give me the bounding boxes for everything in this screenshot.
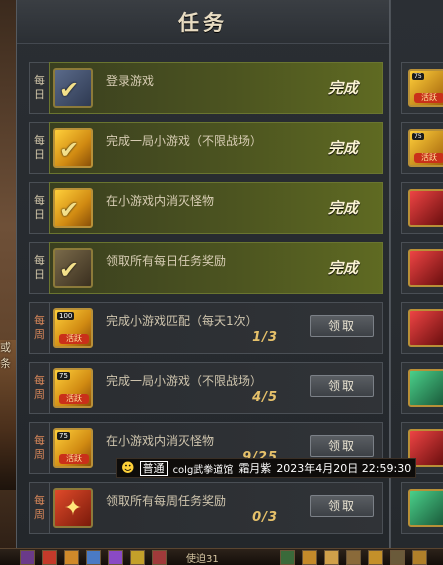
quest-row-daily-monsters[interactable]: 每 日 ✔ 在小游戏内消灭怪物 完成	[29, 182, 383, 234]
hotbar-slot[interactable]	[324, 550, 339, 565]
quest-name: 领取所有每周任务奖励	[106, 494, 227, 508]
green-skill-icon	[408, 489, 443, 527]
quest-name: 在小游戏内消灭怪物	[106, 194, 215, 208]
right-quest-slot	[401, 302, 443, 354]
right-quest-slot: 75 活跃	[401, 122, 443, 174]
quest-status: 完成	[327, 79, 358, 97]
chat-channel: 普通	[139, 460, 168, 476]
icon-tag: 活跃	[59, 394, 89, 404]
chat-message[interactable]: ☻ 普通 colg武拳道馆 霜月紫 2023年4月20日 22:59:30	[116, 458, 417, 478]
check-activity-icon: ✔	[53, 188, 93, 228]
sword-skill-icon	[408, 249, 443, 287]
hotbar-slot[interactable]	[302, 550, 317, 565]
chat-player[interactable]: 霜月紫	[238, 460, 271, 476]
cadence-label: 每 日	[29, 182, 49, 234]
check-controller-icon: ✔	[53, 68, 93, 108]
hotbar-slot[interactable]	[368, 550, 383, 565]
quest-name: 领取所有每日任务奖励	[106, 254, 227, 268]
quest-row-body: 75 活跃 完成一局小游戏（不限战场） 4/5 领取	[49, 362, 383, 414]
panel-title: 任务	[178, 10, 228, 35]
quest-status: 完成	[327, 199, 358, 217]
hotbar-slot[interactable]	[346, 550, 361, 565]
check-reward-icon: ✔	[53, 248, 93, 288]
quest-row-body: ✔ 在小游戏内消灭怪物 完成	[49, 182, 383, 234]
quest-row-body: ✦ 领取所有每周任务奖励 0/3 领取	[49, 482, 383, 534]
weekly-reward-icon: ✦	[53, 488, 93, 528]
hotbar-slot[interactable]	[130, 550, 145, 565]
right-quest-slot	[401, 182, 443, 234]
quest-row-body: ✔ 完成一局小游戏（不限战场） 完成	[49, 122, 383, 174]
icon-badge: 75	[412, 133, 424, 140]
cadence-label: 每 周	[29, 422, 49, 474]
cadence-label: 每 周	[29, 362, 49, 414]
quest-status: 完成	[327, 139, 358, 157]
sword-skill-icon	[408, 309, 443, 347]
activity-75-icon: 75 活跃	[408, 129, 443, 167]
cadence-label: 每 日	[29, 62, 49, 114]
cadence-label: 每 日	[29, 122, 49, 174]
quest-name: 在小游戏内消灭怪物	[106, 434, 215, 448]
chat-guild: colg武拳道馆	[172, 464, 234, 476]
hotbar-slot[interactable]	[152, 550, 167, 565]
activity-75-icon: 75 活跃	[53, 368, 93, 408]
icon-badge: 75	[412, 73, 424, 80]
quest-row-body: 100 活跃 完成小游戏匹配（每天1次） 1/3 领取	[49, 302, 383, 354]
icon-badge: 75	[57, 372, 70, 380]
side-text: 或 条	[0, 341, 11, 370]
quest-row-weekly-play: 每 周 75 活跃 完成一局小游戏（不限战场） 4/5 领取	[29, 362, 383, 414]
quest-status: 完成	[327, 259, 358, 277]
right-quest-slot	[401, 482, 443, 534]
panel-header: 任务	[17, 0, 389, 44]
icon-badge: 100	[57, 312, 75, 320]
icon-tag: 活跃	[59, 454, 89, 464]
quest-progress: 1/3	[252, 330, 278, 345]
cadence-label: 每 周	[29, 482, 49, 534]
hotbar-slot[interactable]	[412, 550, 427, 565]
hotbar-slot[interactable]	[108, 550, 123, 565]
hotbar-slot[interactable]	[280, 550, 295, 565]
icon-tag: 活跃	[59, 334, 89, 344]
claim-button[interactable]: 领取	[310, 435, 374, 457]
hotbar-slot[interactable]	[42, 550, 57, 565]
claim-button[interactable]: 领取	[310, 315, 374, 337]
chat-timestamp: 2023年4月20日 22:59:30	[276, 462, 412, 475]
quest-row-daily-login[interactable]: 每 日 ✔ 登录游戏 完成	[29, 62, 383, 114]
icon-tag: 活跃	[414, 153, 443, 163]
check-activity-icon: ✔	[53, 128, 93, 168]
icon-tag: 活跃	[414, 93, 443, 103]
smiley-face-icon: ☻	[121, 460, 135, 476]
activity-75-icon: 75 活跃	[408, 69, 443, 107]
quest-row-body: ✔ 领取所有每日任务奖励 完成	[49, 242, 383, 294]
quest-row-daily-play[interactable]: 每 日 ✔ 完成一局小游戏（不限战场） 完成	[29, 122, 383, 174]
quest-row-body: ✔ 登录游戏 完成	[49, 62, 383, 114]
hotbar-slot[interactable]	[86, 550, 101, 565]
skill-hotbar: 使迫31	[0, 548, 443, 565]
quest-row-daily-rewards[interactable]: 每 日 ✔ 领取所有每日任务奖励 完成	[29, 242, 383, 294]
gift-box-icon	[408, 189, 443, 227]
quest-name: 完成小游戏匹配（每天1次）	[106, 314, 258, 328]
claim-button[interactable]: 领取	[310, 375, 374, 397]
hotbar-label: 使迫31	[186, 554, 219, 565]
icon-badge: 75	[57, 432, 70, 440]
quest-row-weekly-rewards: 每 周 ✦ 领取所有每周任务奖励 0/3 领取	[29, 482, 383, 534]
quest-name: 登录游戏	[106, 74, 155, 88]
quest-name: 完成一局小游戏（不限战场）	[106, 374, 263, 388]
hotbar-slot[interactable]	[390, 550, 405, 565]
quest-name: 完成一局小游戏（不限战场）	[106, 134, 263, 148]
claim-button[interactable]: 领取	[310, 495, 374, 517]
hotbar-slot[interactable]	[20, 550, 35, 565]
right-quest-slot: 75 活跃	[401, 62, 443, 114]
quest-row-weekly-match: 每 周 100 活跃 完成小游戏匹配（每天1次） 1/3 领取	[29, 302, 383, 354]
activity-100-icon: 100 活跃	[53, 308, 93, 348]
cadence-label: 每 日	[29, 242, 49, 294]
left-scene-strip: 或 条	[0, 0, 16, 565]
green-skill-icon	[408, 369, 443, 407]
quest-progress: 4/5	[252, 390, 278, 405]
right-quest-slot	[401, 242, 443, 294]
quest-progress: 0/3	[252, 510, 278, 525]
hotbar-slot[interactable]	[64, 550, 79, 565]
cadence-label: 每 周	[29, 302, 49, 354]
right-quest-slot	[401, 362, 443, 414]
activity-75-icon: 75 活跃	[53, 428, 93, 468]
